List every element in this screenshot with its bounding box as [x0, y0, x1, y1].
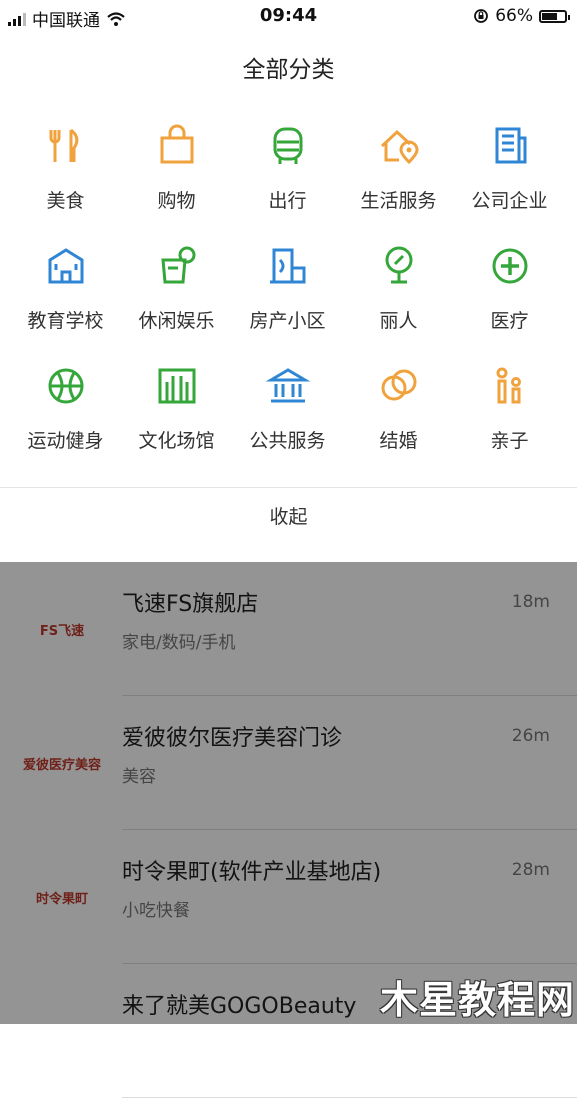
- government-building-icon: [265, 368, 310, 403]
- category-item[interactable]: 医疗: [452, 244, 567, 354]
- school-building-icon: [48, 248, 83, 284]
- category-item[interactable]: 运动健身: [8, 364, 123, 474]
- category-label: 医疗: [490, 310, 529, 332]
- collapse-button[interactable]: 收起: [0, 502, 577, 529]
- office-building-icon: [495, 127, 526, 164]
- category-item[interactable]: 公司企业: [452, 124, 567, 234]
- category-label: 美食: [46, 190, 85, 212]
- status-bar: 中国联通 09:44 66%: [0, 0, 577, 32]
- category-item[interactable]: 亲子: [452, 364, 567, 474]
- category-panel: 全部分类 美食 购物 出行 生活服务 公司企业教育学校 休闲娱乐 房产小区 丽人 医疗运动健身 文…: [0, 32, 577, 562]
- divider: [0, 487, 577, 488]
- category-label: 丽人: [379, 310, 418, 332]
- category-item[interactable]: 生活服务: [341, 124, 456, 234]
- shopping-bag-icon: [160, 124, 193, 164]
- rotation-lock-icon: [474, 9, 489, 23]
- category-label: 出行: [268, 190, 307, 212]
- category-item[interactable]: 结婚: [341, 364, 456, 474]
- category-label: 生活服务: [360, 190, 437, 212]
- category-item[interactable]: 休闲娱乐: [119, 244, 234, 354]
- category-item[interactable]: 美食: [8, 124, 123, 234]
- category-label: 公共服务: [249, 430, 326, 452]
- fork-knife-icon: [49, 128, 78, 162]
- category-label: 公司企业: [471, 190, 548, 212]
- rings-icon: [381, 369, 416, 401]
- overlay-mask[interactable]: [0, 562, 577, 1024]
- category-item[interactable]: 公共服务: [230, 364, 345, 474]
- ball-icon: [48, 368, 83, 404]
- category-item[interactable]: 出行: [230, 124, 345, 234]
- battery-icon: [539, 9, 570, 23]
- cultural-venue-icon: [158, 368, 195, 404]
- parent-child-icon: [496, 367, 521, 404]
- status-right: 66%: [473, 6, 570, 26]
- panel-title: 全部分类: [242, 57, 335, 83]
- category-item[interactable]: 教育学校: [8, 244, 123, 354]
- category-item[interactable]: 丽人: [341, 244, 456, 354]
- bus-icon: [273, 127, 302, 164]
- house-location-icon: [380, 129, 419, 165]
- category-label: 结婚: [379, 430, 418, 452]
- category-label: 文化场馆: [138, 430, 215, 452]
- category-label: 休闲娱乐: [138, 310, 215, 332]
- category-label: 房产小区: [249, 310, 326, 332]
- category-label: 购物: [157, 190, 196, 212]
- battery-fill: [542, 12, 557, 20]
- category-label: 运动健身: [27, 430, 104, 452]
- category-item[interactable]: 文化场馆: [119, 364, 234, 474]
- medical-plus-icon: [492, 248, 527, 284]
- battery-percent: 66%: [495, 6, 533, 26]
- residence-icon: [269, 248, 305, 284]
- category-item[interactable]: 购物: [119, 124, 234, 234]
- category-label: 亲子: [490, 430, 529, 452]
- drink-cup-icon: [160, 246, 195, 284]
- category-label: 教育学校: [27, 310, 104, 332]
- category-item[interactable]: 房产小区: [230, 244, 345, 354]
- watermark: 木星教程网: [379, 978, 575, 1022]
- mirror-icon: [385, 246, 412, 284]
